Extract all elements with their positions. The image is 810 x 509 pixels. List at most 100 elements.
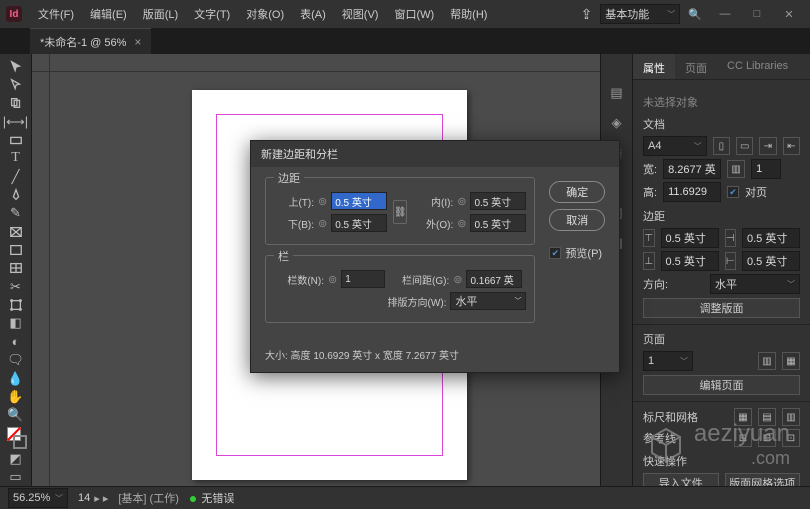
pages-panel-icon[interactable]: ▤ [608, 84, 626, 102]
margin-right-input[interactable] [742, 251, 800, 271]
orientation-portrait-icon[interactable]: ▯ [713, 137, 730, 155]
maximize-button[interactable]: □ [742, 4, 772, 24]
apply-color-tool[interactable]: ◩ [3, 450, 29, 467]
page-navigator[interactable]: 14 ▸ ▸ [78, 492, 108, 505]
fill-stroke-swatch[interactable] [3, 425, 29, 449]
units-input[interactable] [751, 159, 781, 179]
document-tab-close-icon[interactable]: × [134, 35, 141, 49]
margin-right-icon: ⊢ [725, 252, 737, 270]
workspace-switcher[interactable]: 基本功能 [600, 4, 680, 24]
error-status[interactable]: 无错误 [201, 490, 234, 506]
margins-group-label: 边距 [274, 170, 304, 186]
content-collector-tool[interactable] [3, 131, 29, 148]
tab-pages[interactable]: 页面 [675, 54, 717, 79]
rectangle-frame-tool[interactable] [3, 223, 29, 240]
zoom-select[interactable]: 56.25% [8, 488, 68, 508]
bottom-margin-input[interactable] [331, 214, 387, 232]
menu-layout[interactable]: 版面(L) [137, 2, 184, 26]
facing-pages-label: 对页 [745, 184, 767, 200]
margin-bottom-input[interactable] [661, 251, 719, 271]
view-mode-tool[interactable]: ▭ [3, 469, 29, 486]
cancel-button[interactable]: 取消 [549, 209, 605, 231]
page-tool-icon2[interactable]: ▦ [782, 352, 800, 370]
selection-tool[interactable] [3, 58, 29, 75]
import-file-button[interactable]: 导入文件 [643, 473, 719, 486]
titlebar: Id 文件(F) 编辑(E) 版面(L) 文字(T) 对象(O) 表(A) 视图… [0, 0, 810, 28]
menu-table[interactable]: 表(A) [294, 2, 332, 26]
pages-icon[interactable]: ▥ [727, 160, 745, 178]
menu-view[interactable]: 视图(V) [336, 2, 385, 26]
orientation-landscape-icon[interactable]: ▭ [736, 137, 753, 155]
menu-object[interactable]: 对象(O) [240, 2, 290, 26]
orientation-select[interactable]: 水平 [710, 274, 800, 294]
guide-icon3[interactable]: ⊡ [782, 429, 800, 447]
grid-icon1[interactable]: ▦ [734, 408, 752, 426]
top-margin-input[interactable] [331, 192, 387, 210]
ruler-vertical[interactable] [32, 72, 50, 486]
minimize-button[interactable]: — [710, 4, 740, 24]
ruler-horizontal[interactable] [50, 54, 600, 72]
direct-selection-tool[interactable] [3, 76, 29, 93]
tab-cc-libraries[interactable]: CC Libraries [717, 54, 798, 79]
menu-type[interactable]: 文字(T) [188, 2, 236, 26]
document-tab[interactable]: *未命名-1 @ 56% × [30, 28, 151, 54]
inside-margin-input[interactable] [470, 192, 526, 210]
outside-margin-input[interactable] [470, 214, 526, 232]
margin-left-input[interactable] [742, 228, 800, 248]
page-preset-select[interactable]: A4 [643, 136, 707, 156]
gradient-feather-tool[interactable]: ◐ [3, 333, 29, 350]
grid-icon2[interactable]: ▤ [758, 408, 776, 426]
gradient-swatch-tool[interactable]: ◧ [3, 315, 29, 332]
outside-label: 外(O): [413, 216, 453, 231]
page-tool[interactable] [3, 95, 29, 112]
status-ok-icon: ● [189, 490, 197, 506]
facing-pages-checkbox[interactable]: ✔ [727, 186, 739, 198]
free-transform-tool[interactable] [3, 296, 29, 313]
guide-icon1[interactable]: ⊞ [734, 429, 752, 447]
menu-help[interactable]: 帮助(H) [444, 2, 493, 26]
layers-panel-icon[interactable]: ◈ [608, 114, 626, 132]
zoom-tool[interactable]: 🔍 [3, 407, 29, 424]
pen-tool[interactable] [3, 186, 29, 203]
scissors-tool[interactable]: ✂ [3, 278, 29, 295]
menu-edit[interactable]: 编辑(E) [84, 2, 133, 26]
gutter-input[interactable] [466, 270, 522, 288]
gap-tool[interactable]: |⟷| [3, 113, 29, 130]
line-tool[interactable]: ╱ [3, 168, 29, 185]
edit-pages-button[interactable]: 编辑页面 [643, 375, 800, 395]
menu-file[interactable]: 文件(F) [32, 2, 80, 26]
orientation-label: 方向: [643, 276, 668, 292]
ruler-origin[interactable] [32, 54, 50, 72]
table-tool[interactable] [3, 260, 29, 277]
ok-button[interactable]: 确定 [549, 181, 605, 203]
margin-top-input[interactable] [661, 228, 719, 248]
mode-indicator[interactable]: [基本] (工作) [118, 490, 179, 506]
hand-tool[interactable]: ✋ [3, 388, 29, 405]
guide-icon2[interactable]: ⊟ [758, 429, 776, 447]
search-icon[interactable]: 🔍 [688, 8, 702, 21]
tab-properties[interactable]: 属性 [633, 54, 675, 79]
preview-checkbox[interactable]: ✔ [549, 247, 561, 259]
close-button[interactable]: ✕ [774, 4, 804, 24]
column-count-input[interactable] [341, 270, 385, 288]
menu-window[interactable]: 窗口(W) [388, 2, 440, 26]
height-input[interactable] [663, 182, 721, 202]
eyedropper-tool[interactable]: 💧 [3, 370, 29, 387]
note-tool[interactable]: 🗨 [3, 352, 29, 369]
binding-ltr-icon[interactable]: ⇥ [759, 137, 776, 155]
margin-left-icon: ⊣ [725, 229, 737, 247]
binding-rtl-icon[interactable]: ⇤ [783, 137, 800, 155]
writing-direction-select[interactable]: 水平 [450, 292, 526, 310]
type-tool[interactable]: T [3, 150, 29, 167]
link-margins-icon[interactable]: ⛓ [393, 200, 407, 224]
page-select[interactable]: 1 [643, 351, 693, 371]
share-icon[interactable]: ⇪ [581, 6, 593, 23]
page-tool-icon1[interactable]: ▥ [758, 352, 776, 370]
gutter-label: 栏间距(G): [389, 272, 449, 287]
layout-grid-options-button[interactable]: 版面网格选项 [725, 473, 801, 486]
rectangle-tool[interactable] [3, 241, 29, 258]
pencil-tool[interactable]: ✎ [3, 205, 29, 222]
adjust-layout-button[interactable]: 调整版面 [643, 298, 800, 318]
width-input[interactable] [663, 159, 721, 179]
grid-icon3[interactable]: ▥ [782, 408, 800, 426]
